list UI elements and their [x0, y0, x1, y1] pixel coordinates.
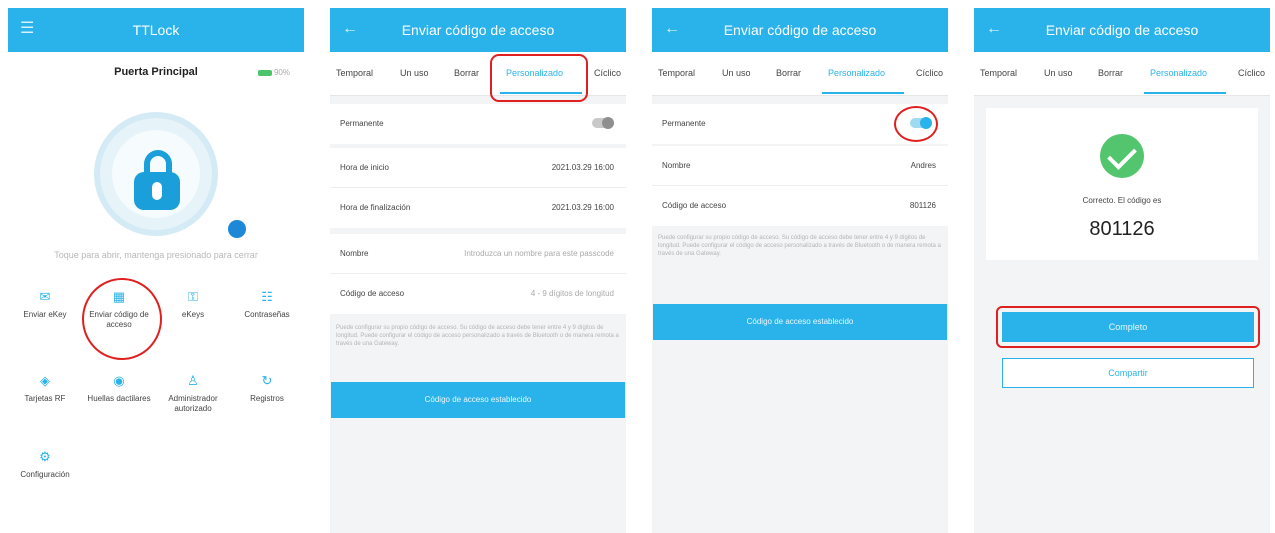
tab-un-uso[interactable]: Un uso: [722, 68, 751, 78]
start-time-label: Hora de inicio: [340, 163, 389, 172]
name-label: Nombre: [662, 161, 691, 170]
passcode-type-tabs: Temporal Un uso Borrar Personalizado Cíc…: [652, 52, 948, 96]
passcode-help-text: Puede configurar su propio código de acc…: [336, 325, 619, 347]
ekeys-icon: ⚿: [188, 289, 198, 304]
send-ekey-label: Enviar eKey: [23, 310, 67, 319]
passwords-icon: ☷: [261, 289, 273, 304]
send-ekey-button[interactable]: ✉ Enviar eKey: [8, 290, 82, 320]
tab-borrar[interactable]: Borrar: [776, 68, 801, 78]
highlight-rectangle: [490, 54, 588, 102]
passcode-help-text: Puede configurar su propio código de acc…: [658, 235, 941, 257]
authorized-admin-button[interactable]: ♙ Administrador autorizado: [156, 374, 230, 414]
name-label: Nombre: [340, 249, 369, 258]
start-time-row[interactable]: Hora de inicio 2021.03.29 16:00: [330, 148, 626, 188]
screen-header: ← Enviar código de acceso: [652, 8, 948, 52]
passcode-field[interactable]: 4 - 9 dígitos de longitud: [531, 289, 614, 298]
settings-button[interactable]: ⚙ Configuración: [8, 450, 82, 480]
screen-header: ← Enviar código de acceso: [974, 8, 1270, 52]
passcode-field[interactable]: 801126: [910, 201, 936, 210]
success-message: Correcto. El código es: [1082, 196, 1162, 205]
passcode-success-screen: ← Enviar código de acceso Temporal Un us…: [974, 8, 1270, 533]
screen-header: ← Enviar código de acceso: [330, 8, 626, 52]
tab-ciclico[interactable]: Cíclico: [916, 68, 943, 78]
ekeys-button[interactable]: ⚿ eKeys: [156, 290, 230, 320]
passwords-label: Contraseñas: [244, 310, 290, 319]
unlock-button[interactable]: [94, 112, 218, 236]
tab-un-uso[interactable]: Un uso: [1044, 68, 1073, 78]
tab-temporal[interactable]: Temporal: [658, 68, 695, 78]
name-field[interactable]: Andres: [911, 161, 936, 170]
end-time-row[interactable]: Hora de finalización 2021.03.29 16:00: [330, 188, 626, 228]
rf-cards-button[interactable]: ◈ Tarjetas RF: [8, 374, 82, 404]
screen-title: Enviar código de acceso: [401, 22, 555, 38]
lock-home-screen: ☰ TTLock Puerta Principal 90% Toque para…: [8, 8, 304, 533]
highlight-circle: [82, 278, 162, 360]
active-tab-indicator: [1144, 92, 1226, 94]
name-row: Nombre Andres: [652, 146, 948, 186]
active-tab-indicator: [822, 92, 904, 94]
tab-borrar[interactable]: Borrar: [454, 68, 479, 78]
ekeys-label: eKeys: [181, 310, 205, 319]
checkmark-icon: [1100, 134, 1144, 178]
battery-indicator: 90%: [257, 68, 290, 77]
permanent-toggle[interactable]: [592, 117, 614, 129]
passcode-row: Código de acceso 801126: [652, 186, 948, 226]
permanent-label: Permanente: [662, 119, 706, 128]
passcode-label: Código de acceso: [340, 289, 405, 298]
share-button[interactable]: Compartir: [1002, 358, 1254, 388]
set-passcode-button[interactable]: Código de acceso establecido: [653, 304, 947, 340]
battery-icon: [257, 69, 272, 76]
records-icon: ↻: [261, 373, 273, 388]
authorized-admin-label: Administrador autorizado: [168, 394, 218, 413]
battery-level: 90%: [273, 68, 290, 77]
app-title: TTLock: [132, 22, 180, 38]
rf-cards-label: Tarjetas RF: [24, 394, 66, 403]
name-field[interactable]: Introduzca un nombre para este passcode: [464, 249, 614, 258]
permanent-label: Permanente: [340, 119, 384, 128]
app-header: ☰ TTLock: [8, 8, 304, 52]
permanent-passcode-screen: ← Enviar código de acceso Temporal Un us…: [652, 8, 948, 533]
highlight-circle: [894, 106, 938, 142]
rf-card-icon: ◈: [40, 373, 50, 388]
tab-temporal[interactable]: Temporal: [336, 68, 373, 78]
settings-label: Configuración: [20, 470, 70, 479]
screen-title: Enviar código de acceso: [723, 22, 877, 38]
name-row: Nombre Introduzca un nombre para este pa…: [330, 234, 626, 274]
fingerprint-icon: ◉: [113, 373, 125, 388]
unlock-hint: Toque para abrir, mantenga presionado pa…: [54, 250, 258, 260]
tab-ciclico[interactable]: Cíclico: [1238, 68, 1265, 78]
tab-ciclico[interactable]: Cíclico: [594, 68, 621, 78]
records-label: Registros: [250, 394, 284, 403]
custom-passcode-form-screen: ← Enviar código de acceso Temporal Un us…: [330, 8, 626, 533]
tab-temporal[interactable]: Temporal: [980, 68, 1017, 78]
passwords-button[interactable]: ☷ Contraseñas: [230, 290, 304, 320]
tab-borrar[interactable]: Borrar: [1098, 68, 1123, 78]
send-ekey-icon: ✉: [39, 289, 51, 304]
highlight-rectangle: [996, 306, 1260, 348]
end-time-value: 2021.03.29 16:00: [551, 203, 614, 212]
tab-personalizado[interactable]: Personalizado: [828, 68, 885, 78]
admin-icon: ♙: [187, 373, 199, 388]
generated-passcode: 801126: [1089, 218, 1155, 240]
passcode-type-tabs: Temporal Un uso Borrar Personalizado Cíc…: [974, 52, 1270, 96]
set-passcode-button[interactable]: Código de acceso establecido: [331, 382, 625, 418]
screen-title: Enviar código de acceso: [1045, 22, 1199, 38]
remote-unlock-icon[interactable]: [228, 220, 246, 238]
settings-icon: ⚙: [39, 449, 51, 464]
success-card: Correcto. El código es 801126: [986, 108, 1258, 260]
lock-icon: [112, 130, 200, 218]
tab-un-uso[interactable]: Un uso: [400, 68, 429, 78]
fingerprints-label: Huellas dactilares: [87, 394, 151, 403]
records-button[interactable]: ↻ Registros: [230, 374, 304, 404]
fingerprints-button[interactable]: ◉ Huellas dactilares: [82, 374, 156, 404]
passcode-label: Código de acceso: [662, 201, 727, 210]
permanent-row: Permanente: [330, 104, 626, 144]
end-time-label: Hora de finalización: [340, 203, 411, 212]
passcode-row: Código de acceso 4 - 9 dígitos de longit…: [330, 274, 626, 314]
start-time-value: 2021.03.29 16:00: [551, 163, 614, 172]
tab-personalizado[interactable]: Personalizado: [1150, 68, 1207, 78]
